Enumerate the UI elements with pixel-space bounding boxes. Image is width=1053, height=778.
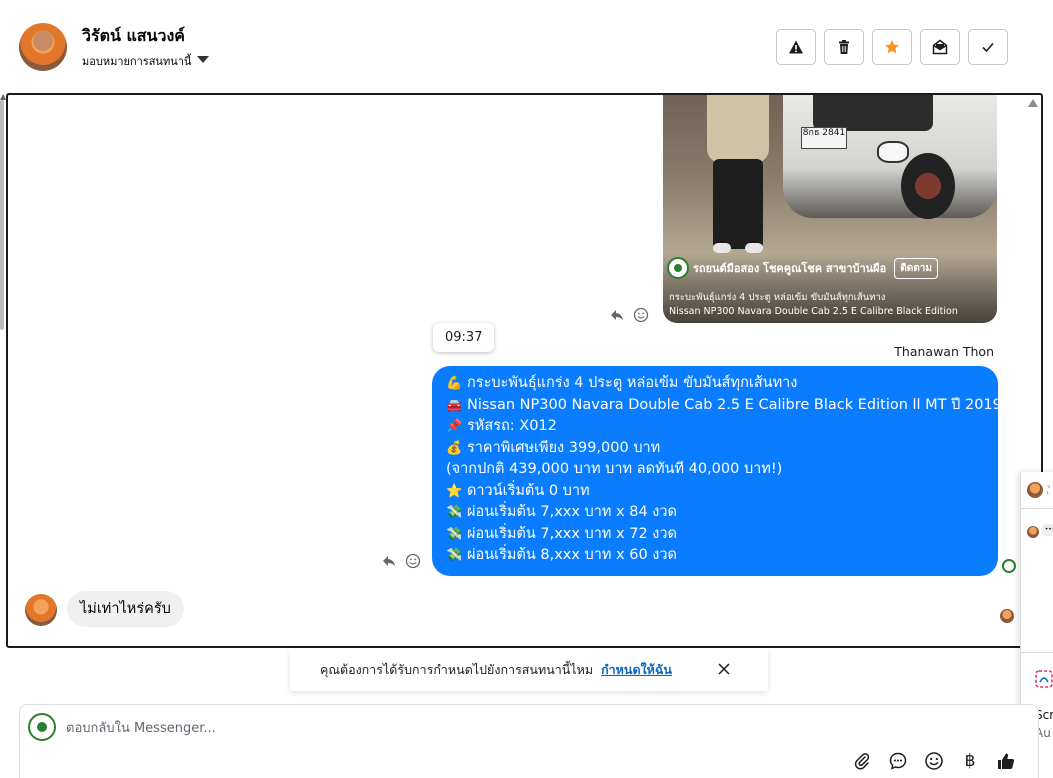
truck-headlight: [877, 141, 909, 163]
emoji-icon[interactable]: [924, 751, 944, 771]
page-avatar: [28, 713, 56, 741]
caret-down-icon: [197, 55, 210, 63]
message-line: 💸 ผ่อนเริ่มต้น 8,xxx บาท x 60 งวด: [446, 545, 984, 567]
message-line: ⭐ ดาวน์เริ่มต้น 0 บาท: [446, 481, 984, 503]
read-receipt-avatar: [1000, 609, 1014, 623]
seen-indicator-avatar: [1002, 559, 1016, 573]
money-wings-icon: 💸: [446, 548, 463, 563]
post-page-name[interactable]: รถยนต์มือสอง โชคคูณโชค สาขาบ้านผือ: [693, 259, 886, 277]
check-icon: [982, 42, 994, 53]
message-timestamp-tooltip: 09:37: [433, 323, 495, 352]
message-line: (จากปกติ 439,000 บาท บาท ลดทันที 40,000 …: [446, 461, 783, 477]
baht-icon[interactable]: ฿: [960, 751, 980, 771]
message-thread[interactable]: 8กธ 2841 รถยนต์มือสอง โชคคูณโชค สาขาบ้าน…: [6, 93, 1043, 648]
assign-to-me-link[interactable]: กำหนดให้ฉัน: [601, 660, 672, 680]
assign-notice: คุณต้องการได้รับการกำหนดไปยังการสนทนานี้…: [290, 648, 768, 691]
post-message-actions: [609, 307, 649, 323]
pushpin-icon: 📌: [446, 419, 463, 434]
composer-tools: ฿: [852, 751, 1016, 771]
shared-post-image[interactable]: 8กธ 2841 รถยนต์มือสอง โชคคูณโชค สาขาบ้าน…: [663, 95, 997, 323]
message-line: 💸 ผ่อนเริ่มต้น 7,xxx บาท x 84 งวด: [446, 502, 984, 524]
mark-unread-button[interactable]: [920, 29, 960, 65]
person-photo: [699, 95, 777, 258]
page-logo-icon[interactable]: [667, 257, 689, 279]
flexed-bicep-icon: 💪: [446, 376, 463, 391]
typing-bubble: •••: [1041, 524, 1053, 536]
thumbs-up-icon[interactable]: [996, 751, 1016, 771]
money-wings-icon: 💸: [446, 505, 463, 520]
panel-contact-text: วเ: [1047, 484, 1050, 496]
post-caption: กระบะพันธุ์แกร่ง 4 ประตู หล่อเข้ม ขับมัน…: [669, 291, 958, 319]
money-bag-icon: 💰: [446, 440, 463, 456]
react-emoji-icon[interactable]: [405, 553, 421, 569]
panel-avatar: [1027, 482, 1043, 498]
message-line: 💰 ราคาพิเศษเพียง 399,000 บาท: [446, 438, 984, 460]
assign-conversation-dropdown[interactable]: มอบหมายการสนทนานี้: [82, 52, 210, 70]
react-emoji-icon[interactable]: [633, 307, 649, 323]
car-icon: 🚘: [446, 397, 463, 413]
reply-icon[interactable]: [609, 307, 625, 323]
post-caption-line: Nissan NP300 Navara Double Cab 2.5 E Cal…: [669, 306, 958, 317]
incoming-message-bubble[interactable]: ไม่เท่าไหร่ครับ: [67, 591, 184, 627]
header-actions: [776, 29, 1008, 65]
sender-name: Thanawan Thon: [894, 344, 994, 359]
message-line: 💸 ผ่อนเริ่มต้น 7,xxx บาท x 72 งวด: [446, 524, 984, 546]
scribble-icon[interactable]: [1035, 670, 1053, 688]
assign-label: มอบหมายการสนทนานี้: [82, 55, 192, 68]
close-icon[interactable]: [716, 661, 732, 677]
report-button[interactable]: [776, 29, 816, 65]
left-scrollbar[interactable]: [0, 100, 4, 330]
paperclip-icon[interactable]: [852, 751, 872, 771]
truck-grille: [813, 95, 933, 131]
reply-input[interactable]: [66, 717, 666, 739]
message-composer: ฿: [19, 704, 1039, 778]
mark-done-button[interactable]: [968, 29, 1008, 65]
license-plate: 8กธ 2841: [801, 127, 847, 149]
panel-divider: [1021, 652, 1053, 653]
chat-bubble-icon[interactable]: [888, 751, 908, 771]
contact-name[interactable]: วิรัตน์ แสนวงค์: [82, 24, 185, 49]
message-actions: [381, 553, 421, 569]
star-emoji-icon: ⭐: [446, 483, 463, 499]
trash-icon: [839, 40, 849, 54]
money-wings-icon: 💸: [446, 526, 463, 542]
warning-icon: [789, 40, 803, 54]
thread-scroll-up-icon[interactable]: [1028, 99, 1038, 107]
envelope-open-icon: [932, 39, 948, 55]
message-line: 🚘 Nissan NP300 Navara Double Cab 2.5 E Ca…: [446, 395, 1002, 417]
follow-button[interactable]: ติดตาม: [894, 257, 938, 279]
outgoing-message-bubble[interactable]: 💪 กระบะพันธุ์แกร่ง 4 ประตู หล่อเข้ม ขับมั…: [432, 366, 1002, 576]
message-line: 💪 กระบะพันธุ์แกร่ง 4 ประตู หล่อเข้ม ขับมั…: [446, 373, 984, 395]
reply-icon[interactable]: [381, 553, 397, 569]
contact-avatar[interactable]: [19, 23, 67, 71]
panel-avatar-small: [1027, 526, 1039, 538]
truck-wheel: [901, 153, 955, 219]
conversation-header: วิรัตน์ แสนวงค์ มอบหมายการสนทนานี้: [0, 0, 1040, 92]
notice-text: คุณต้องการได้รับการกำหนดไปยังการสนทนานี้…: [320, 661, 594, 677]
star-icon: [885, 40, 899, 54]
delete-button[interactable]: [824, 29, 864, 65]
post-caption-line: กระบะพันธุ์แกร่ง 4 ประตู หล่อเข้ม ขับมัน…: [669, 292, 886, 303]
contact-avatar-small[interactable]: [25, 594, 57, 626]
message-line: 📌 รหัสรถ: X012: [446, 416, 984, 438]
panel-divider: [1021, 508, 1053, 509]
post-page-row: รถยนต์มือสอง โชคคูณโชค สาขาบ้านผือ ติดตา…: [667, 257, 938, 279]
star-button[interactable]: [872, 29, 912, 65]
